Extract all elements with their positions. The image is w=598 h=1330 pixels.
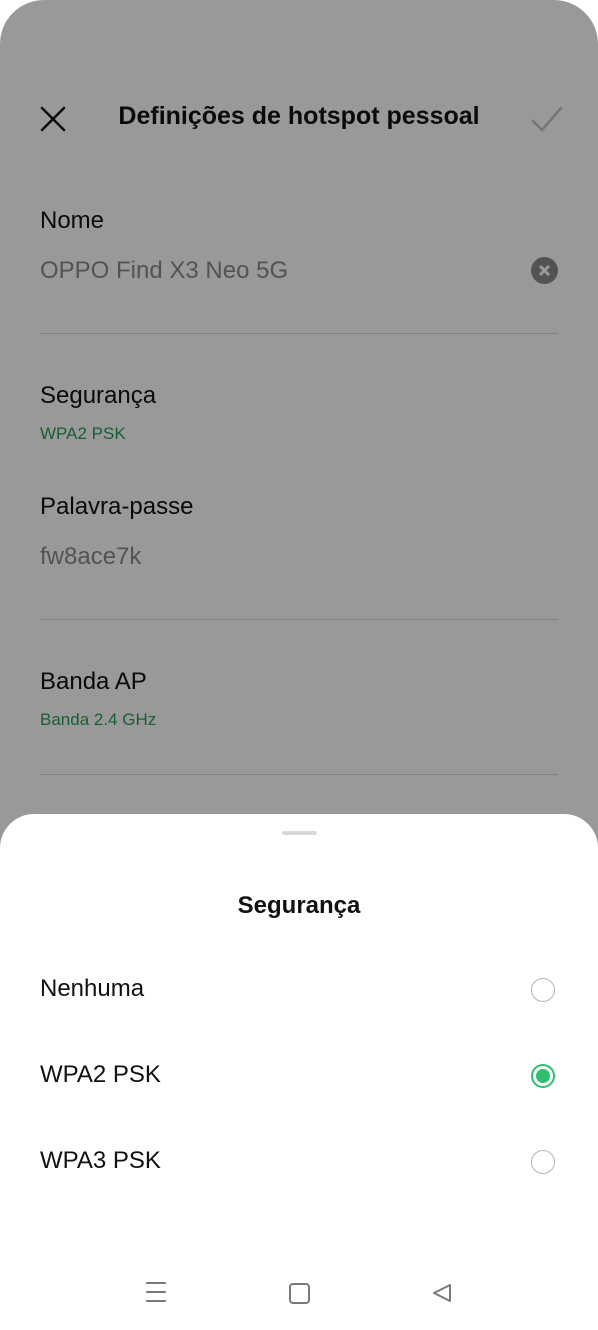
sheet-title: Segurança — [237, 892, 361, 919]
option-label: WPA2 PSK — [40, 1061, 161, 1088]
option-label: WPA3 PSK — [40, 1147, 161, 1174]
screen: 10:00 Definições de hotspot pessoal Nome… — [0, 0, 598, 1330]
sheet-drag-handle[interactable] — [282, 831, 317, 835]
option-wpa2-psk[interactable]: WPA2 PSK — [0, 1045, 598, 1109]
navigation-bar — [0, 1262, 598, 1322]
option-wpa3-psk[interactable]: WPA3 PSK — [0, 1131, 598, 1195]
option-nenhuma[interactable]: Nenhuma — [0, 959, 598, 1023]
nav-menu-icon[interactable] — [146, 1282, 166, 1302]
nav-home-icon[interactable] — [289, 1283, 310, 1304]
radio-button[interactable] — [531, 1150, 555, 1174]
radio-button[interactable] — [531, 978, 555, 1002]
nav-back-icon[interactable] — [431, 1282, 453, 1304]
option-label: Nenhuma — [40, 975, 145, 1002]
security-bottom-sheet: Segurança Nenhuma WPA2 PSK WPA3 PSK — [0, 814, 598, 1330]
radio-button-selected[interactable] — [531, 1064, 555, 1088]
